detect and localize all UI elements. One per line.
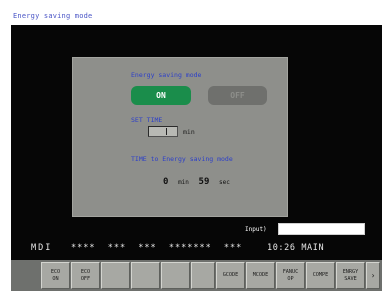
clock-and-position: 10:26 MAIN [267, 240, 324, 257]
input-label: Input) [245, 226, 267, 233]
softkey-enrgy-save[interactable]: ENRGY SAVE [336, 262, 365, 289]
mode-indicator: MDI [31, 243, 53, 253]
softkey-gcode[interactable]: GCODE [216, 262, 245, 289]
screen-title: Energy saving mode [11, 7, 382, 25]
softkey-eco-on[interactable]: ECO ON [41, 262, 70, 289]
status-indicators: **** *** *** ******* *** [71, 243, 243, 253]
text-cursor [166, 128, 167, 135]
energy-saving-panel: Energy saving mode ON OFF SET TIME min T… [72, 57, 288, 217]
softkey-bar: ECO ON ECO OFF GCODE MCODE FANUC OP COMP… [11, 260, 382, 291]
softkey-blank-6[interactable] [191, 262, 215, 289]
input-field[interactable] [278, 223, 365, 235]
position-mode: MAIN [301, 243, 325, 253]
status-line: MDI **** *** *** ******* *** 10:26 MAIN [11, 240, 382, 257]
softkey-blank-5[interactable] [161, 262, 190, 289]
remaining-time-value: 0 min 59 sec [163, 169, 230, 188]
remaining-seconds: 59 [198, 177, 210, 187]
cnc-screen: Energy saving mode Energy saving mode ON… [0, 0, 382, 291]
minutes-unit: min [178, 179, 189, 186]
softkey-fanuc-op[interactable]: FANUC OP [276, 262, 305, 289]
softkey-eco-off[interactable]: ECO OFF [71, 262, 100, 289]
remaining-time-label: TIME to Energy saving mode [131, 155, 233, 163]
clock-time: 10:26 [267, 243, 296, 253]
remaining-minutes: 0 [163, 177, 169, 187]
softkey-mcode[interactable]: MCODE [246, 262, 275, 289]
panel-title: Energy saving mode [131, 71, 202, 79]
eco-on-button[interactable]: ON [131, 86, 191, 105]
set-time-label: SET TIME [131, 116, 163, 124]
seconds-unit: sec [219, 179, 230, 186]
softkey-blank-3[interactable] [101, 262, 130, 289]
set-time-unit: min [183, 128, 195, 136]
softkey-blank-4[interactable] [131, 262, 160, 289]
softkey-compe[interactable]: COMPE [306, 262, 335, 289]
softkey-next-arrow-icon[interactable]: › [366, 262, 380, 289]
eco-off-button[interactable]: OFF [208, 86, 267, 105]
set-time-input[interactable] [148, 126, 178, 137]
